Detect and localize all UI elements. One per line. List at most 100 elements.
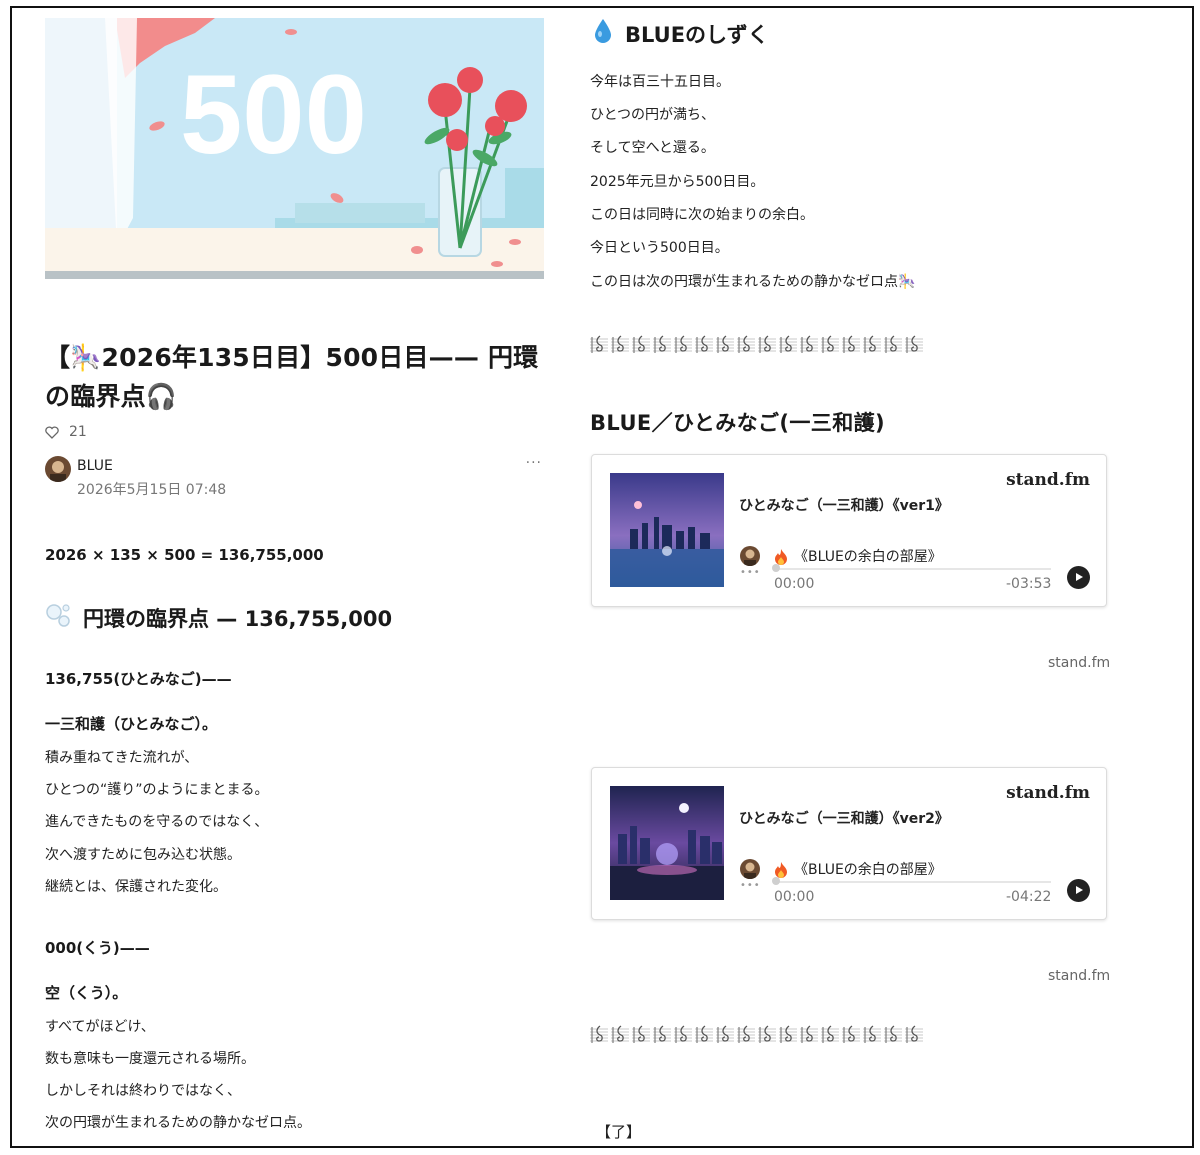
track-title[interactable]: ひとみなご（一三和護）《ver2》 bbox=[739, 808, 949, 828]
treble-clef-icon bbox=[611, 1023, 629, 1045]
bubbles-icon bbox=[45, 602, 73, 633]
dots-icon: ••• bbox=[740, 567, 761, 578]
treble-clef-icon bbox=[611, 333, 629, 355]
treble-clef-icon bbox=[737, 1023, 755, 1045]
treble-clef-icon bbox=[674, 333, 692, 355]
body-line: しかしそれは終わりではなく、 bbox=[45, 1083, 241, 1099]
remaining-time: -04:22 bbox=[1006, 889, 1052, 905]
droplet-icon bbox=[593, 18, 613, 49]
remaining-time: -03:53 bbox=[1006, 576, 1052, 592]
body-line: 積み重ねてきた流れが、 bbox=[45, 750, 199, 766]
section-heading: 円環の臨界点 — 136,755,000 bbox=[45, 602, 392, 633]
body-line: すべてがほどけ、 bbox=[45, 1019, 155, 1035]
elapsed-time: 00:00 bbox=[774, 576, 815, 592]
like-count: 21 bbox=[69, 424, 87, 440]
post-title: 【🎠2026年135日目】500日目—— 円環の臨界点🎧 bbox=[45, 343, 539, 411]
progress-handle[interactable] bbox=[772, 564, 780, 572]
hero-image: 500 bbox=[45, 18, 544, 279]
progress-bar[interactable] bbox=[775, 881, 1051, 883]
body-line: 次へ渡すために包み込む状態。 bbox=[45, 847, 241, 863]
treble-clef-icon bbox=[779, 333, 797, 355]
source-link[interactable]: stand.fm bbox=[1048, 655, 1110, 671]
audio-embed-card[interactable]: stand.fm ひとみなご（一三和護）《ver1》 ••• 《BLUEの余白の… bbox=[591, 454, 1107, 607]
track-thumbnail[interactable] bbox=[610, 786, 724, 900]
treble-clef-icon bbox=[632, 1023, 650, 1045]
treble-clef-icon bbox=[779, 1023, 797, 1045]
treble-clef-icon bbox=[905, 1023, 923, 1045]
post-date: 2026年5月15日 07:48 bbox=[77, 482, 227, 498]
treble-clef-icon bbox=[758, 1023, 776, 1045]
block2-heading: 000(くう)—— bbox=[45, 939, 150, 957]
standfm-logo[interactable]: stand.fm bbox=[1006, 783, 1090, 803]
music-notes-divider bbox=[590, 333, 935, 355]
author-block: BLUE 2026年5月15日 07:48 ··· bbox=[45, 455, 545, 499]
body-line: 継続とは、保護された変化。 bbox=[45, 879, 227, 895]
more-options-button[interactable]: ··· bbox=[526, 455, 542, 471]
like-button[interactable]: 21 bbox=[45, 424, 87, 440]
poem-line: そして空へと還る。 bbox=[590, 140, 715, 156]
treble-clef-icon bbox=[884, 1023, 902, 1045]
treble-clef-icon bbox=[737, 333, 755, 355]
body-line: 次の円環が生まれるための静かなゼロ点。 bbox=[45, 1115, 311, 1131]
poem-line: この日は同時に次の始まりの余白。 bbox=[590, 207, 814, 223]
treble-clef-icon bbox=[842, 1023, 860, 1045]
block1-subheading: 一三和護（ひとみなご）。 bbox=[45, 715, 218, 733]
dots-icon: ••• bbox=[740, 880, 761, 891]
track-thumbnail[interactable] bbox=[610, 473, 724, 587]
treble-clef-icon bbox=[590, 1023, 608, 1045]
treble-clef-icon bbox=[653, 333, 671, 355]
poem-line: 2025年元旦から500日目。 bbox=[590, 174, 765, 190]
block2-subheading: 空（くう）。 bbox=[45, 984, 128, 1002]
treble-clef-icon bbox=[821, 333, 839, 355]
end-mark: 【了】 bbox=[596, 1123, 642, 1141]
track-title[interactable]: ひとみなご（一三和護）《ver1》 bbox=[739, 495, 949, 515]
svg-text:500: 500 bbox=[180, 52, 367, 177]
block1-heading: 136,755(ひとみなご)—— bbox=[45, 670, 232, 688]
author-name[interactable]: BLUE bbox=[77, 458, 113, 474]
treble-clef-icon bbox=[758, 333, 776, 355]
treble-clef-icon bbox=[716, 1023, 734, 1045]
treble-clef-icon bbox=[863, 333, 881, 355]
poem-line: 今年は百三十五日目。 bbox=[590, 74, 730, 90]
treble-clef-icon bbox=[905, 333, 923, 355]
treble-clef-icon bbox=[674, 1023, 692, 1045]
play-button[interactable] bbox=[1067, 879, 1090, 902]
treble-clef-icon bbox=[842, 333, 860, 355]
treble-clef-icon bbox=[695, 1023, 713, 1045]
treble-clef-icon bbox=[821, 1023, 839, 1045]
drop-title: BLUEのしずく bbox=[625, 22, 769, 47]
section-title: 円環の臨界点 — 136,755,000 bbox=[83, 606, 393, 631]
treble-clef-icon bbox=[884, 333, 902, 355]
progress-handle[interactable] bbox=[772, 877, 780, 885]
avatar[interactable] bbox=[45, 456, 71, 482]
channel-name[interactable]: 《BLUEの余白の部屋》 bbox=[794, 859, 942, 879]
song-heading: BLUE／ひとみなご(一三和護) bbox=[590, 411, 886, 435]
music-notes-divider bbox=[590, 1023, 935, 1045]
treble-clef-icon bbox=[716, 333, 734, 355]
poem-line: この日は次の円環が生まれるための静かなゼロ点🎠 bbox=[590, 274, 916, 290]
channel-name[interactable]: 《BLUEの余白の部屋》 bbox=[794, 546, 942, 566]
treble-clef-icon bbox=[863, 1023, 881, 1045]
treble-clef-icon bbox=[695, 333, 713, 355]
play-button[interactable] bbox=[1067, 566, 1090, 589]
treble-clef-icon bbox=[632, 333, 650, 355]
treble-clef-icon bbox=[653, 1023, 671, 1045]
body-line: ひとつの“護り”のようにまとまる。 bbox=[45, 782, 269, 798]
audio-embed-card[interactable]: stand.fm ひとみなご（一三和護）《ver2》 ••• 《BLUEの余白の… bbox=[591, 767, 1107, 920]
elapsed-time: 00:00 bbox=[774, 889, 815, 905]
drop-heading: BLUEのしずく bbox=[593, 18, 769, 49]
poem-line: ひとつの円が満ち、 bbox=[590, 107, 716, 123]
source-link[interactable]: stand.fm bbox=[1048, 968, 1110, 984]
formula-line: 2026 × 135 × 500 = 136,755,000 bbox=[45, 546, 324, 564]
treble-clef-icon bbox=[800, 333, 818, 355]
treble-clef-icon bbox=[590, 333, 608, 355]
standfm-logo[interactable]: stand.fm bbox=[1006, 470, 1090, 490]
heart-icon bbox=[45, 425, 59, 439]
treble-clef-icon bbox=[800, 1023, 818, 1045]
channel-avatar[interactable] bbox=[740, 546, 760, 566]
body-line: 進んできたものを守るのではなく、 bbox=[45, 814, 269, 830]
poem-line: 今日という500日目。 bbox=[590, 240, 729, 256]
progress-bar[interactable] bbox=[775, 568, 1051, 570]
channel-avatar[interactable] bbox=[740, 859, 760, 879]
body-line: 数も意味も一度還元される場所。 bbox=[45, 1051, 255, 1067]
